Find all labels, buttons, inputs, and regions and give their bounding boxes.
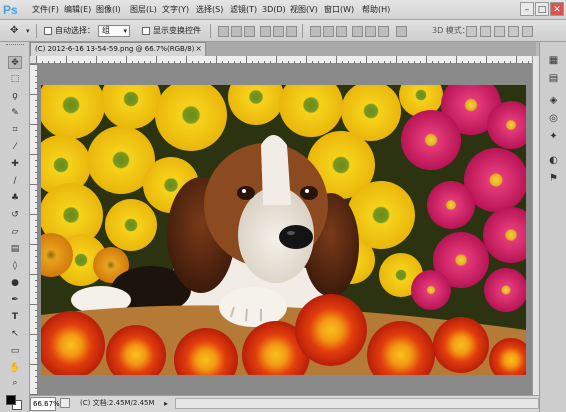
zoom-level-field[interactable]: 66.67% <box>30 397 60 411</box>
align-hcenter-icon[interactable] <box>273 26 284 37</box>
status-menu-arrow-icon[interactable]: ▸ <box>164 399 168 409</box>
panel-dock: ▦ ▤ ◈ ◎ ✦ ◐ ⚑ <box>539 42 566 412</box>
lasso-icon[interactable]: ϙ <box>8 90 22 103</box>
document-tab-title: (C) 2012-6-16 13-54-59.png @ 66.7%(RGB/8… <box>35 45 195 53</box>
styles-panel-icon[interactable]: ⚑ <box>546 172 561 186</box>
path-select-icon[interactable]: ↖ <box>8 328 22 341</box>
menu-select[interactable]: 选择(S) <box>196 3 223 17</box>
auto-align-icon[interactable] <box>396 26 407 37</box>
gradient-icon[interactable]: ▤ <box>8 243 22 256</box>
3d-rotate-icon[interactable] <box>466 26 477 37</box>
menu-image[interactable]: 图像(I) <box>96 3 121 17</box>
paths-panel-icon[interactable]: ✦ <box>546 130 561 144</box>
distribute-right-icon[interactable] <box>378 26 389 37</box>
menu-view[interactable]: 视图(V) <box>290 3 318 17</box>
minimize-button[interactable]: – <box>520 2 534 16</box>
close-window-button[interactable]: ✕ <box>550 2 564 16</box>
crop-icon[interactable]: ⌗ <box>8 124 22 137</box>
distribute-bottom-icon[interactable] <box>336 26 347 37</box>
align-right-icon[interactable] <box>286 26 297 37</box>
eraser-icon[interactable]: ▱ <box>8 226 22 239</box>
status-export-icon[interactable] <box>60 398 70 408</box>
pen-icon[interactable]: ✒ <box>8 294 22 307</box>
hand-icon[interactable]: ✋ <box>8 362 22 375</box>
tools-panel: ✥ ⬚ ϙ ✎ ⌗ ⁄ ✚ ∕ ♣ ↺ ▱ ▤ ◊ ● ✒ T ↖ ▭ ✋ ⌕ <box>0 42 30 412</box>
menu-window[interactable]: 窗口(W) <box>324 3 354 17</box>
align-left-icon[interactable] <box>260 26 271 37</box>
distribute-vcenter-icon[interactable] <box>323 26 334 37</box>
show-transform-label: 显示变换控件 <box>153 26 201 35</box>
3d-pan-icon[interactable] <box>494 26 505 37</box>
menu-bar: Ps 文件(F) 编辑(E) 图像(I) 图层(L) 文字(Y) 选择(S) 滤… <box>0 0 566 20</box>
document-tab-bar: (C) 2012-6-16 13-54-59.png @ 66.7%(RGB/8… <box>30 42 536 56</box>
document-size-info: (C) 文档:2.45M/2.45M <box>80 399 155 407</box>
3d-roll-icon[interactable] <box>480 26 491 37</box>
adjustments-panel-icon[interactable]: ◐ <box>546 154 561 168</box>
separator <box>36 24 37 38</box>
distribute-top-icon[interactable] <box>310 26 321 37</box>
vertical-ruler[interactable] <box>30 64 38 395</box>
horizontal-ruler[interactable] <box>36 56 532 64</box>
align-vcenter-icon[interactable] <box>231 26 242 37</box>
auto-select-label: 自动选择： <box>55 26 95 35</box>
dog-among-flowers-image <box>41 85 526 375</box>
chevron-down-icon: ▾ <box>123 27 127 35</box>
document-tab[interactable]: (C) 2012-6-16 13-54-59.png @ 66.7%(RGB/8… <box>30 42 206 56</box>
align-bottom-icon[interactable] <box>244 26 255 37</box>
3d-slide-icon[interactable] <box>508 26 519 37</box>
canvas-area[interactable] <box>38 64 532 395</box>
photoshop-logo: Ps <box>3 3 18 17</box>
separator <box>210 24 211 38</box>
zoom-icon[interactable]: ⌕ <box>8 377 22 390</box>
foreground-color-front[interactable] <box>6 395 16 405</box>
move-tool-preset-icon[interactable]: ✥ <box>10 24 24 38</box>
status-bar: 66.67% (C) 文档:2.45M/2.45M ▸ <box>30 395 539 412</box>
move-icon[interactable]: ✥ <box>8 56 22 69</box>
menu-layer[interactable]: 图层(L) <box>130 3 157 17</box>
chevron-down-icon[interactable]: ▾ <box>26 24 30 38</box>
menu-filter[interactable]: 滤镜(T) <box>230 3 257 17</box>
auto-select-value: 组 <box>102 26 110 35</box>
distribute-left-icon[interactable] <box>352 26 363 37</box>
3d-scale-icon[interactable] <box>522 26 533 37</box>
history-brush-icon[interactable]: ↺ <box>8 209 22 222</box>
stamp-icon[interactable]: ♣ <box>8 192 22 205</box>
channels-panel-icon[interactable]: ◎ <box>546 112 561 126</box>
menu-edit[interactable]: 编辑(E) <box>64 3 91 17</box>
shape-icon[interactable]: ▭ <box>8 345 22 358</box>
close-tab-icon[interactable]: × <box>195 43 202 55</box>
toolbar-grip[interactable] <box>6 44 24 47</box>
ruler-ticks <box>30 64 38 395</box>
blur-icon[interactable]: ◊ <box>8 260 22 273</box>
type-icon[interactable]: T <box>8 311 22 324</box>
dodge-icon[interactable]: ● <box>8 277 22 290</box>
quick-select-icon[interactable]: ✎ <box>8 107 22 120</box>
history-panel-icon[interactable]: ▦ <box>546 54 561 68</box>
brush-icon[interactable]: ∕ <box>8 175 22 188</box>
align-top-icon[interactable] <box>218 26 229 37</box>
maximize-button[interactable]: □ <box>535 2 549 16</box>
auto-select-checkbox[interactable] <box>44 27 52 35</box>
eyedropper-icon[interactable]: ⁄ <box>8 141 22 154</box>
marquee-icon[interactable]: ⬚ <box>8 73 22 86</box>
show-transform-checkbox[interactable] <box>142 27 150 35</box>
3d-mode-label: 3D 模式： <box>432 26 470 35</box>
menu-file[interactable]: 文件(F) <box>32 3 59 17</box>
options-bar: ✥ ▾ 自动选择： 组 ▾ 显示变换控件 3D 模式： <box>0 20 566 42</box>
horizontal-scrollbar[interactable] <box>175 398 539 409</box>
auto-select-dropdown[interactable]: 组 ▾ <box>98 25 130 37</box>
ruler-ticks <box>36 56 529 64</box>
vertical-scrollbar[interactable] <box>532 56 539 395</box>
menu-type[interactable]: 文字(Y) <box>162 3 189 17</box>
healing-icon[interactable]: ✚ <box>8 158 22 171</box>
distribute-hcenter-icon[interactable] <box>365 26 376 37</box>
menu-help[interactable]: 帮助(H) <box>362 3 390 17</box>
document-image[interactable] <box>41 85 526 375</box>
properties-panel-icon[interactable]: ▤ <box>546 72 561 86</box>
layers-panel-icon[interactable]: ◈ <box>546 94 561 108</box>
menu-3d[interactable]: 3D(D) <box>262 3 286 17</box>
separator <box>302 24 303 38</box>
